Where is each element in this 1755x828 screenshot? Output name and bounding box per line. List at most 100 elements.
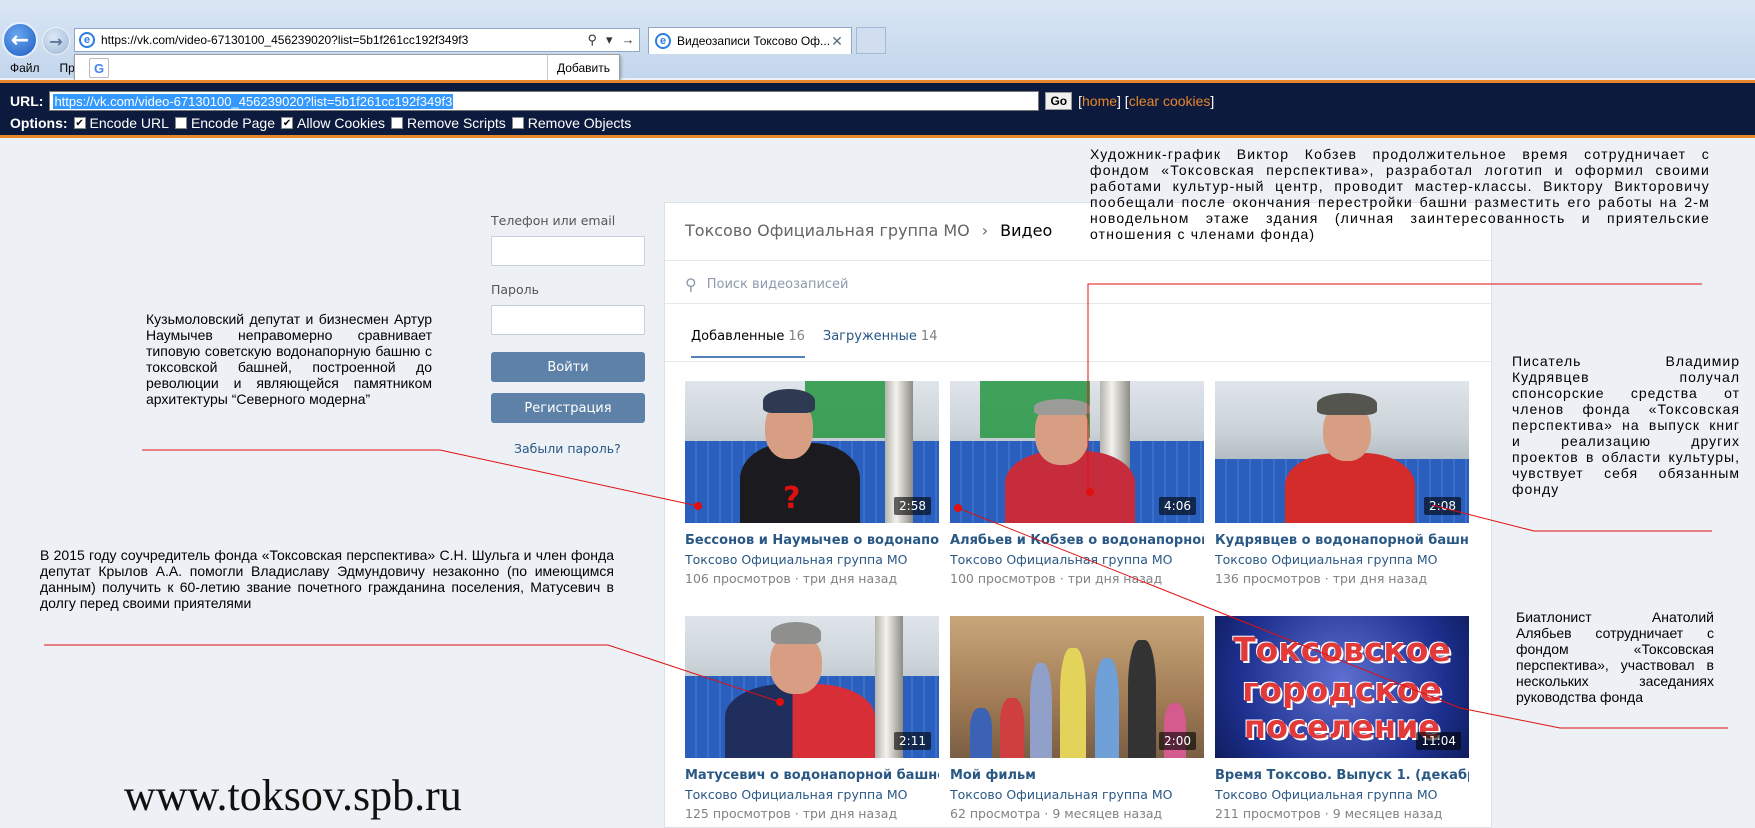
login-button[interactable]: Войти xyxy=(491,352,645,382)
checkbox[interactable] xyxy=(390,117,403,129)
video-meta: 125 просмотров · три дня назад xyxy=(685,806,898,821)
annotation-naumychev: Кузьмоловский депутат и бизнесмен Артур … xyxy=(146,311,432,407)
divider xyxy=(665,260,1493,261)
address-bar[interactable]: e https://vk.com/video-67130100_45623902… xyxy=(74,28,640,52)
video-meta: 100 просмотров · три дня назад xyxy=(950,571,1163,586)
options-label: Options: xyxy=(10,115,68,131)
divider xyxy=(665,303,1493,304)
tab-title: Видеозаписи Токсово Оф... xyxy=(677,34,829,48)
pointer-line-naumychev xyxy=(142,449,699,507)
video-title[interactable]: Матусевич о водонапорной башне xyxy=(685,768,939,783)
video-title[interactable]: Время Токсово. Выпуск 1. (декабрь... xyxy=(1215,768,1469,783)
video-card[interactable]: 2:08 Кудрявцев о водонапорной башне Токс… xyxy=(1215,381,1469,586)
add-search-provider-button[interactable]: Добавить xyxy=(547,55,619,80)
video-card[interactable]: 4:06 Алябьев и Кобзев о водонапорной... … xyxy=(950,381,1204,586)
search-input[interactable]: Поиск видеозаписей xyxy=(707,277,849,292)
proxy-url-value[interactable]: https://vk.com/video-67130100_456239020?… xyxy=(53,93,454,109)
video-duration: 2:00 xyxy=(1159,732,1196,750)
google-icon[interactable]: G xyxy=(89,58,109,78)
video-title[interactable]: Алябьев и Кобзев о водонапорной... xyxy=(950,533,1204,548)
option-allow-cookies[interactable]: ✔ Allow Cookies xyxy=(281,115,385,131)
search-icon[interactable]: ⚲ xyxy=(587,32,597,48)
phone-label: Телефон или email xyxy=(491,213,616,228)
dropdown-arrow-icon[interactable]: ▾ xyxy=(606,32,613,48)
option-encode-page[interactable]: Encode Page xyxy=(174,115,276,131)
video-owner[interactable]: Токсово Официальная группа МО xyxy=(950,787,1204,802)
thumbnail-text: городское xyxy=(1242,670,1442,709)
video-owner[interactable]: Токсово Официальная группа МО xyxy=(685,787,939,802)
video-duration: 11:04 xyxy=(1416,732,1461,750)
search-icon: ⚲ xyxy=(685,275,697,294)
video-thumbnail[interactable]: ? 2:58 xyxy=(685,381,939,523)
tab-videos[interactable]: e Видеозаписи Токсово Оф... ✕ xyxy=(648,27,852,54)
video-thumbnail[interactable]: Токсовское городское поселение 11:04 xyxy=(1215,616,1469,758)
home-link[interactable]: home xyxy=(1082,93,1117,109)
video-title[interactable]: Кудрявцев о водонапорной башне xyxy=(1215,533,1469,548)
address-suggest-dropdown: G Добавить xyxy=(74,54,620,81)
video-card[interactable]: 2:00 Мой фильм Токсово Официальная групп… xyxy=(950,616,1204,821)
video-thumbnail[interactable]: 4:06 xyxy=(950,381,1204,523)
proxy-links: [home] [clear cookies] xyxy=(1078,93,1215,109)
new-tab-button[interactable] xyxy=(856,27,886,54)
chevron-right-icon: › xyxy=(981,221,989,240)
video-title[interactable]: Бессонов и Наумычев о водонапор... xyxy=(685,533,939,548)
arrow-right-icon: → xyxy=(49,31,63,51)
video-meta: 106 просмотров · три дня назад xyxy=(685,571,898,586)
forward-button[interactable]: → xyxy=(42,27,70,55)
video-owner[interactable]: Токсово Официальная группа МО xyxy=(685,552,939,567)
option-encode-url[interactable]: ✔ Encode URL xyxy=(73,115,169,131)
proxy-url-label: URL: xyxy=(10,93,44,109)
video-thumbnail[interactable]: 2:11 xyxy=(685,616,939,758)
menu-edit[interactable]: Пр xyxy=(60,61,75,75)
ie-icon: e xyxy=(79,32,95,48)
video-thumbnail[interactable]: 2:00 xyxy=(950,616,1204,758)
checkbox[interactable] xyxy=(174,117,187,129)
back-button[interactable]: ← xyxy=(2,22,38,58)
proxy-bar: URL: https://vk.com/video-67130100_45623… xyxy=(0,80,1755,138)
clear-cookies-link[interactable]: clear cookies xyxy=(1129,93,1211,109)
breadcrumb: Токсово Официальная группа МО › Видео xyxy=(685,221,1052,240)
video-thumbnail[interactable]: 2:08 xyxy=(1215,381,1469,523)
annotation-kudryavtsev: Писатель Владимир Кудрявцев получал спон… xyxy=(1512,353,1740,497)
tab-added[interactable]: Добавленные 16 xyxy=(691,329,805,358)
video-duration: 2:08 xyxy=(1424,497,1461,515)
forgot-password-link[interactable]: Забыли пароль? xyxy=(514,441,621,456)
video-owner[interactable]: Токсово Официальная группа МО xyxy=(950,552,1204,567)
option-remove-objects[interactable]: Remove Objects xyxy=(511,115,631,131)
address-url[interactable]: https://vk.com/video-67130100_456239020?… xyxy=(101,33,583,47)
proxy-url-input[interactable]: https://vk.com/video-67130100_456239020?… xyxy=(49,91,1040,111)
video-owner[interactable]: Токсово Официальная группа МО xyxy=(1215,552,1469,567)
checkbox[interactable] xyxy=(511,117,524,129)
tab-label: Загруженные xyxy=(822,329,917,344)
option-label: Remove Scripts xyxy=(406,115,506,131)
video-meta: 211 просмотров · 9 месяцев назад xyxy=(1215,806,1443,821)
register-button[interactable]: Регистрация xyxy=(491,393,645,423)
breadcrumb-group[interactable]: Токсово Официальная группа МО xyxy=(685,221,970,240)
close-icon[interactable]: ✕ xyxy=(829,33,845,50)
video-meta: 136 просмотров · три дня назад xyxy=(1215,571,1428,586)
ie-icon: e xyxy=(655,33,671,49)
video-duration: 2:58 xyxy=(894,497,931,515)
annotation-kobzev: Художник-график Виктор Кобзев продолжите… xyxy=(1090,146,1710,242)
checkbox[interactable]: ✔ xyxy=(281,117,294,129)
option-label: Encode Page xyxy=(190,115,276,131)
annotation-alyabyev: Биатлонист Анатолий Алябьев сотрудничает… xyxy=(1516,609,1714,705)
option-remove-scripts[interactable]: Remove Scripts xyxy=(390,115,506,131)
tab-uploaded[interactable]: Загруженные 14 xyxy=(823,329,938,358)
checkbox[interactable]: ✔ xyxy=(73,117,86,129)
video-card[interactable]: 2:11 Матусевич о водонапорной башне Токс… xyxy=(685,616,939,821)
go-button[interactable]: Go xyxy=(1045,92,1073,110)
phone-input[interactable] xyxy=(491,236,645,266)
site-watermark: www.toksov.spb.ru xyxy=(124,771,462,820)
video-owner[interactable]: Токсово Официальная группа МО xyxy=(1215,787,1469,802)
video-search[interactable]: ⚲ Поиск видеозаписей xyxy=(685,275,849,294)
video-title[interactable]: Мой фильм xyxy=(950,768,1204,783)
menu-file[interactable]: Файл xyxy=(10,61,40,75)
video-card[interactable]: ? 2:58 Бессонов и Наумычев о водонапор..… xyxy=(685,381,939,586)
question-mark: ? xyxy=(783,481,801,516)
tab-label: Добавленные xyxy=(691,329,785,344)
go-arrow-icon[interactable]: → xyxy=(621,32,634,48)
thumbnail-text: Токсовское xyxy=(1233,630,1451,669)
video-card[interactable]: Токсовское городское поселение 11:04 Вре… xyxy=(1215,616,1469,821)
password-input[interactable] xyxy=(491,305,645,335)
